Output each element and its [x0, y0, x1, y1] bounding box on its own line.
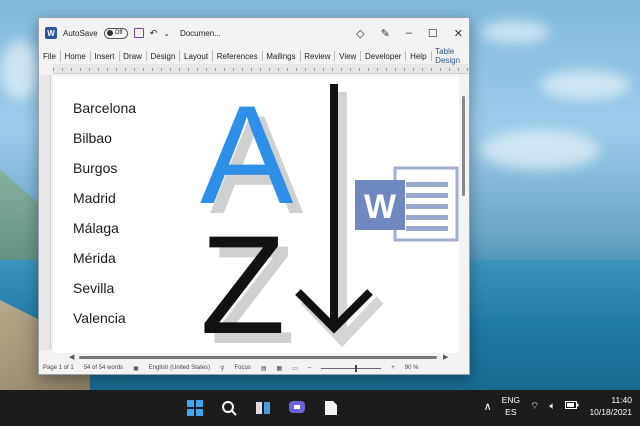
city-line: Bilbao	[73, 130, 112, 146]
tab-separator	[299, 51, 301, 61]
vertical-ruler	[39, 75, 51, 350]
toggle-knob	[106, 30, 113, 36]
cloud	[480, 20, 550, 44]
tab-file[interactable]: File	[43, 52, 56, 61]
scroll-thumb[interactable]	[79, 356, 437, 359]
language-label[interactable]: English (United States)	[149, 365, 210, 371]
tab-separator	[430, 51, 432, 61]
word-window: W AutoSave Off ↶ ⌄ Documen... ◇ ✎ – ☐ ✕ …	[38, 17, 470, 375]
proofing-icon[interactable]: ▣	[133, 365, 139, 372]
maximize-button[interactable]: ☐	[428, 27, 438, 40]
tab-help[interactable]: Help	[410, 52, 426, 61]
tab-view[interactable]: View	[339, 52, 356, 61]
save-icon[interactable]	[133, 28, 144, 38]
tab-separator	[59, 51, 61, 61]
clock-date: 10/18/2021	[589, 407, 632, 417]
autosave-state: Off	[114, 30, 123, 36]
battery-icon[interactable]	[565, 401, 579, 411]
page-count[interactable]: Page 1 of 1	[43, 365, 74, 371]
autosave-label: AutoSave	[63, 28, 98, 38]
horizontal-ruler	[53, 64, 469, 74]
ribbon-tabs: File Home Insert Draw Design Layout References…	[39, 47, 469, 65]
title-bar: W AutoSave Off ↶ ⌄ Documen... ◇ ✎ – ☐ ✕	[39, 18, 469, 48]
tab-separator	[334, 51, 336, 61]
volume-icon[interactable]: 🔈︎	[549, 401, 555, 412]
file-icon[interactable]	[321, 398, 341, 418]
scroll-left-icon[interactable]: ◀	[69, 353, 74, 361]
scroll-right-icon[interactable]: ▶	[443, 353, 448, 361]
system-tray: ∧ ENG ES ⌔ 🔈︎ 11:40 10/18/2021	[484, 394, 632, 418]
word-count[interactable]: 54 of 54 words	[84, 365, 123, 371]
read-mode-icon[interactable]: ▤	[261, 365, 267, 372]
city-line: Mérida	[73, 250, 116, 266]
word-app-icon: W	[45, 27, 57, 39]
focus-button[interactable]: Focus	[235, 365, 251, 371]
lang-secondary: ES	[505, 407, 517, 417]
chevron-up-icon[interactable]: ∧	[484, 400, 492, 413]
close-button[interactable]: ✕	[454, 27, 463, 40]
tab-separator	[179, 51, 181, 61]
tab-references[interactable]: References	[217, 52, 258, 61]
city-line: Málaga	[73, 220, 119, 236]
undo-icon[interactable]: ↶	[150, 28, 158, 39]
tab-layout[interactable]: Layout	[184, 52, 208, 61]
cloud	[540, 70, 630, 100]
taskbar: ∧ ENG ES ⌔ 🔈︎ 11:40 10/18/2021	[0, 390, 640, 426]
language-indicator[interactable]: ENG ES	[502, 394, 520, 418]
zoom-slider[interactable]	[321, 364, 382, 372]
tab-separator	[405, 51, 407, 61]
diamond-icon[interactable]: ◇	[356, 27, 364, 40]
tab-insert[interactable]: Insert	[95, 52, 115, 61]
zoom-out-icon[interactable]: –	[308, 365, 311, 371]
zoom-in-icon[interactable]: +	[391, 365, 395, 371]
cloud	[480, 130, 600, 170]
clock-time: 11:40	[611, 395, 632, 405]
vertical-scrollbar[interactable]	[460, 76, 467, 353]
tab-review[interactable]: Review	[304, 52, 330, 61]
tab-home[interactable]: Home	[65, 52, 86, 61]
minimize-button[interactable]: –	[406, 27, 412, 39]
tab-separator	[261, 51, 263, 61]
tab-draw[interactable]: Draw	[123, 52, 142, 61]
city-line: Barcelona	[73, 100, 137, 116]
start-button[interactable]	[185, 398, 205, 418]
tab-separator	[360, 51, 361, 61]
city-line: Sevilla	[73, 280, 115, 296]
tab-design[interactable]: Design	[150, 52, 175, 61]
wifi-icon[interactable]: ⌔	[530, 400, 539, 413]
tab-separator	[145, 51, 147, 61]
search-icon[interactable]	[219, 398, 239, 418]
lang-primary: ENG	[501, 395, 521, 405]
task-view-icon[interactable]	[253, 398, 273, 418]
document-name[interactable]: Documen...	[180, 29, 221, 38]
print-layout-icon[interactable]: ▦	[277, 365, 283, 372]
customize-toolbar-icon[interactable]: ⌄	[163, 29, 170, 38]
teams-chat-icon[interactable]	[287, 398, 307, 418]
tab-separator	[89, 51, 91, 61]
document-page[interactable]: Barcelona Bilbao Burgos Madrid Málaga Mé…	[53, 76, 459, 353]
autosave-toggle[interactable]: Off	[103, 27, 128, 39]
city-line: Valencia	[73, 310, 126, 326]
status-bar: Page 1 of 1 54 of 54 words ▣ English (Un…	[39, 362, 469, 374]
clock[interactable]: 11:40 10/18/2021	[589, 394, 632, 418]
scroll-thumb[interactable]	[462, 96, 465, 196]
city-line: Madrid	[73, 190, 116, 206]
accessibility-icon[interactable]: ⚲	[220, 365, 224, 372]
pen-icon[interactable]: ✎	[381, 27, 390, 40]
web-layout-icon[interactable]: ▭	[292, 365, 298, 372]
tab-mailings[interactable]: Mailings	[266, 52, 295, 61]
tab-developer[interactable]: Developer	[365, 52, 401, 61]
city-line: Burgos	[73, 160, 118, 176]
tab-separator	[212, 51, 213, 61]
zoom-level[interactable]: 90 %	[405, 365, 419, 371]
tab-table-design[interactable]: Table Design	[435, 47, 465, 65]
tab-separator	[118, 51, 120, 61]
cloud	[0, 40, 40, 100]
